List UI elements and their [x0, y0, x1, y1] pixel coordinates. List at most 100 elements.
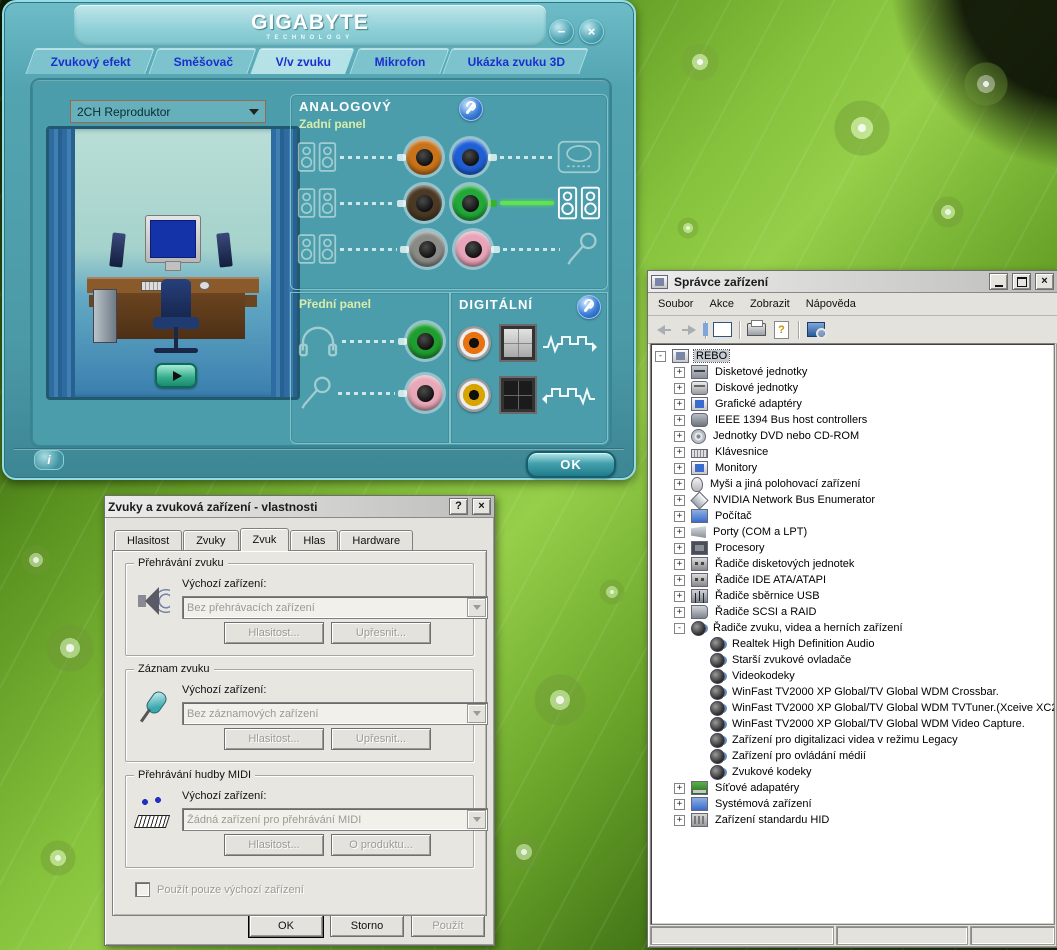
ok-button[interactable]: OK [526, 451, 616, 478]
expand-toggle[interactable]: + [674, 463, 685, 474]
tree-item[interactable]: + Jednotky DVD nebo CD-ROM [655, 428, 1054, 444]
expand-toggle[interactable]: + [674, 431, 685, 442]
tree-item-label[interactable]: REBO [694, 350, 729, 362]
rear-orange-jack[interactable] [406, 139, 442, 175]
default-device-combobox[interactable]: Žádná zařízení pro přehrávání MIDI [182, 808, 488, 831]
tree-item-label[interactable]: Diskové jednotky [713, 382, 800, 394]
apply-button[interactable]: Použít [411, 915, 485, 937]
tree-item-label[interactable]: Zařízení pro ovládání médií [730, 750, 868, 762]
tree-item[interactable]: + Grafické adaptéry [655, 396, 1054, 412]
back-button[interactable] [652, 319, 675, 341]
tree-item[interactable]: WinFast TV2000 XP Global/TV Global WDM C… [655, 684, 1054, 700]
tree-item-label[interactable]: Řadiče zvuku, videa a herních zařízení [711, 622, 905, 634]
expand-toggle[interactable]: + [674, 607, 685, 618]
tree-item[interactable]: + Procesory [655, 540, 1054, 556]
cancel-button[interactable]: Storno [330, 915, 404, 937]
tree-item[interactable]: - REBO [655, 348, 1054, 364]
dialog-tab[interactable]: Hlasitost [114, 530, 182, 550]
show-console-tree-button[interactable] [711, 319, 734, 341]
tree-item[interactable]: WinFast TV2000 XP Global/TV Global WDM V… [655, 716, 1054, 732]
dialog-titlebar[interactable]: Zvuky a zvuková zařízení - vlastnosti ? … [105, 496, 494, 518]
tree-item[interactable]: + Počítač [655, 508, 1054, 524]
spdif-out-rca-jack[interactable] [457, 326, 491, 360]
expand-toggle[interactable]: + [674, 575, 685, 586]
tree-item-label[interactable]: Monitory [713, 462, 759, 474]
tree-item-label[interactable]: Řadiče sběrnice USB [713, 590, 822, 602]
tree-item[interactable]: + Disketové jednotky [655, 364, 1054, 380]
tree-item[interactable]: + IEEE 1394 Bus host controllers [655, 412, 1054, 428]
tree-item-label[interactable]: Počítač [713, 510, 754, 522]
tree-item-label[interactable]: Porty (COM a LPT) [711, 526, 809, 538]
minimize-button[interactable]: − [549, 19, 574, 44]
scan-hardware-button[interactable] [804, 319, 827, 341]
expand-toggle[interactable]: + [674, 383, 685, 394]
advanced-button[interactable]: Upřesnit... [331, 622, 431, 644]
tree-item[interactable]: Zařízení pro digitalizaci videa v režimu… [655, 732, 1054, 748]
volume-button[interactable]: Hlasitost... [224, 622, 324, 644]
expand-toggle[interactable]: - [655, 351, 666, 362]
expand-toggle[interactable]: + [674, 495, 685, 506]
expand-toggle[interactable]: + [674, 799, 685, 810]
expand-toggle[interactable]: - [674, 623, 685, 634]
expand-toggle[interactable]: + [674, 559, 685, 570]
tree-item[interactable]: + Zařízení standardu HID [655, 812, 1054, 828]
tree-item[interactable]: + Diskové jednotky [655, 380, 1054, 396]
dialog-tab[interactable]: Zvuky [183, 530, 238, 550]
forward-button[interactable] [677, 319, 700, 341]
tree-item-label[interactable]: IEEE 1394 Bus host controllers [713, 414, 869, 426]
tree-item[interactable]: - Řadiče zvuku, videa a herních zařízení [655, 620, 1054, 636]
tree-item[interactable]: + Řadiče SCSI a RAID [655, 604, 1054, 620]
digital-settings-wrench-icon[interactable] [577, 295, 601, 319]
tree-item-label[interactable]: Disketové jednotky [713, 366, 809, 378]
tree-item[interactable]: Realtek High Definition Audio [655, 636, 1054, 652]
menu-item[interactable]: Nápověda [798, 295, 864, 313]
tree-item[interactable]: + NVIDIA Network Bus Enumerator [655, 492, 1054, 508]
tree-item[interactable]: + Řadiče IDE ATA/ATAPI [655, 572, 1054, 588]
menu-item[interactable]: Soubor [650, 295, 701, 313]
front-green-headphone-jack[interactable] [407, 323, 443, 359]
expand-toggle[interactable]: + [674, 447, 685, 458]
front-pink-mic-jack[interactable] [407, 375, 443, 411]
tree-item-label[interactable]: Jednotky DVD nebo CD-ROM [711, 430, 861, 442]
close-button[interactable]: × [472, 498, 491, 515]
close-button[interactable]: × [1035, 273, 1054, 290]
optical-out-port[interactable] [499, 324, 537, 362]
rear-blue-line-in-jack[interactable] [452, 139, 488, 175]
help-button[interactable]: ? [449, 498, 468, 515]
expand-toggle[interactable]: + [674, 415, 685, 426]
play-sound-button[interactable] [155, 363, 197, 388]
tree-item-label[interactable]: WinFast TV2000 XP Global/TV Global WDM C… [730, 686, 1001, 698]
expand-toggle[interactable]: + [674, 399, 685, 410]
maximize-button[interactable] [1012, 273, 1031, 290]
default-device-combobox[interactable]: Bez záznamových zařízení [182, 702, 488, 725]
use-default-only-checkbox[interactable] [135, 882, 150, 897]
info-button[interactable]: i [34, 450, 64, 470]
expand-toggle[interactable]: + [674, 815, 685, 826]
tree-item-label[interactable]: WinFast TV2000 XP Global/TV Global WDM V… [730, 718, 1027, 730]
expand-toggle[interactable]: + [674, 543, 685, 554]
tree-item[interactable]: Zvukové kodeky [655, 764, 1054, 780]
rear-green-lineout-jack[interactable] [452, 185, 488, 221]
help-button[interactable]: ? [770, 319, 793, 341]
tree-item-label[interactable]: Zařízení standardu HID [713, 814, 831, 826]
tree-item-label[interactable]: Myši a jiná polohovací zařízení [708, 478, 862, 490]
tree-item[interactable]: + Systémová zařízení [655, 796, 1054, 812]
gigabyte-tab[interactable]: Směšovač [148, 48, 257, 74]
close-button[interactable]: × [579, 19, 604, 44]
combobox-dropdown-button[interactable] [467, 704, 486, 723]
tree-item-label[interactable]: Zařízení pro digitalizaci videa v režimu… [730, 734, 960, 746]
combobox-dropdown-button[interactable] [467, 598, 486, 617]
tree-item[interactable]: + Klávesnice [655, 444, 1054, 460]
expand-toggle[interactable]: + [674, 783, 685, 794]
dialog-tab[interactable]: Hardware [339, 530, 413, 550]
tree-item-label[interactable]: NVIDIA Network Bus Enumerator [711, 494, 877, 506]
tree-item[interactable]: Starší zvukové ovladače [655, 652, 1054, 668]
expand-toggle[interactable]: + [674, 527, 685, 538]
spdif-in-rca-jack[interactable] [457, 378, 491, 412]
expand-toggle[interactable]: + [674, 591, 685, 602]
tree-item-label[interactable]: Klávesnice [713, 446, 770, 458]
minimize-button[interactable] [989, 273, 1008, 290]
rear-black-jack[interactable] [406, 185, 442, 221]
dialog-tab[interactable]: Hlas [290, 530, 338, 550]
combobox-dropdown-button[interactable] [467, 810, 486, 829]
